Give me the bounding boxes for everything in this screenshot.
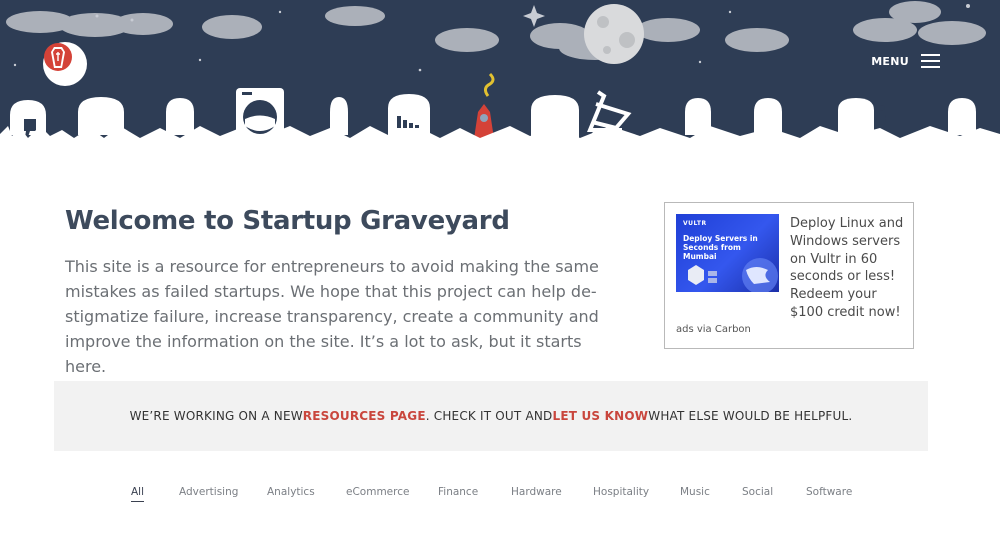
resources-page-link[interactable]: RESOURCES PAGE [303, 409, 426, 423]
filter-hardware[interactable]: Hardware [511, 486, 562, 498]
filter-advertising[interactable]: Advertising [179, 486, 238, 498]
hamburger-icon [921, 54, 940, 69]
welcome-description: This site is a resource for entrepreneur… [65, 257, 599, 376]
graveyard-hero: MENU [0, 0, 1000, 158]
banner-text-3: WHAT ELSE WOULD BE HELPFUL. [648, 409, 853, 423]
carbon-ad[interactable]: VULTR Deploy Servers in Seconds from Mum… [664, 202, 914, 349]
filter-finance[interactable]: Finance [438, 486, 478, 498]
banner-text-1: WE’RE WORKING ON A NEW [129, 409, 303, 423]
page-title: Welcome to Startup Graveyard [65, 206, 510, 236]
menu-label: MENU [871, 55, 909, 68]
server-globe-graphic [688, 258, 778, 292]
category-filters: All Advertising Analytics eCommerce Fina… [0, 486, 1000, 506]
graveyard-illustration [0, 1, 1000, 158]
ad-image[interactable]: VULTR Deploy Servers in Seconds from Mum… [676, 214, 779, 292]
filter-social[interactable]: Social [742, 486, 773, 498]
announcement-banner: WE’RE WORKING ON A NEW RESOURCES PAGE . … [54, 381, 928, 451]
clouds [6, 1, 986, 60]
let-us-know-link[interactable]: LET US KNOW [552, 409, 648, 423]
coffin-logo-icon [44, 43, 72, 71]
menu-button[interactable]: MENU [871, 54, 940, 69]
welcome-section: Welcome to Startup Graveyard This site i… [65, 206, 625, 379]
moon [584, 4, 644, 64]
filter-hospitality[interactable]: Hospitality [593, 486, 649, 498]
banner-text-2: . CHECK IT OUT AND [425, 409, 553, 423]
filter-music[interactable]: Music [680, 486, 710, 498]
ad-text[interactable]: Deploy Linux and Windows servers on Vult… [790, 215, 905, 322]
site-logo[interactable] [43, 42, 87, 86]
filter-all[interactable]: All [131, 486, 145, 502]
filter-software[interactable]: Software [806, 486, 852, 498]
filter-ecommerce[interactable]: eCommerce [346, 486, 409, 498]
filter-analytics[interactable]: Analytics [267, 486, 315, 498]
ad-attribution[interactable]: ads via Carbon [676, 324, 751, 335]
